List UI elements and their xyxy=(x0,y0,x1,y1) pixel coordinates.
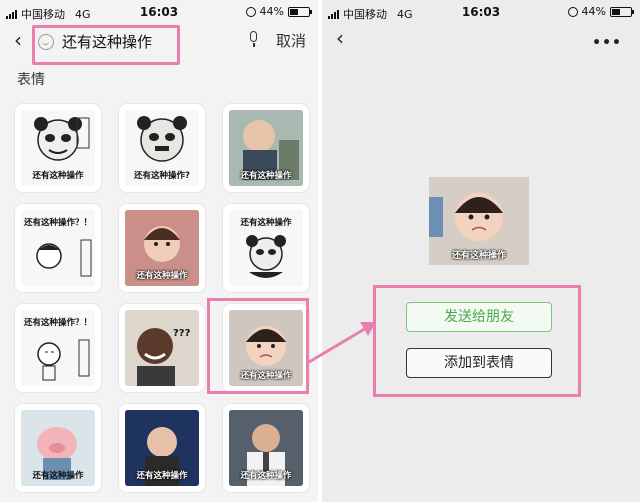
sticker-caption: 还有这种操作 xyxy=(240,171,292,181)
battery-icon xyxy=(610,6,634,17)
man-photo-sticker-image: ??? xyxy=(125,310,199,386)
sticker-caption: 还有这种操作 xyxy=(136,271,188,281)
mic-icon[interactable] xyxy=(248,31,258,47)
sticker-caption: 还有这种操作 xyxy=(32,171,84,181)
chevron-left-icon[interactable]: ‹ xyxy=(14,30,22,50)
orientation-lock-icon xyxy=(567,6,578,17)
girl-photo-sticker-image: 还有这种操作 xyxy=(125,210,199,286)
sticker-item[interactable]: 还有这种操作？！ xyxy=(15,204,101,292)
baby-photo-sticker-image: 还有这种操作 xyxy=(229,110,303,186)
sticker-preview: 还有这种操作 xyxy=(429,177,529,265)
section-title: 表情 xyxy=(17,72,45,88)
sticker-item[interactable]: 还有这种操作 xyxy=(119,404,205,492)
panda-sticker-image: 还有这种操作 xyxy=(229,210,303,286)
sticker-caption: 还有这种操作 xyxy=(451,251,506,261)
sticker-item[interactable]: 还有这种操作？！ xyxy=(15,304,101,392)
left-screen: 中国移动 4G 16:03 44% ‹ 还有这种操作 取消 表情 还有这种操作 … xyxy=(0,0,318,502)
battery-percent: 44% xyxy=(259,5,284,18)
right-screen: 中国移动 4G 16:03 44% ‹ ••• 还有这种操作 发送给朋友 添加到… xyxy=(322,0,640,502)
sticker-item[interactable]: 还有这种操作 xyxy=(15,104,101,192)
selected-sticker-highlight xyxy=(207,298,309,394)
man-photo-sticker-image: 还有这种操作 xyxy=(125,410,199,486)
sticker-caption: ??? xyxy=(173,328,191,339)
panda-sticker-image: 还有这种操作? xyxy=(125,110,199,186)
sticker-caption: 还有这种操作 xyxy=(240,471,292,481)
status-bar: 中国移动 4G 16:03 44% xyxy=(322,0,640,24)
cartoon-sticker-image: 还有这种操作？！ xyxy=(21,210,95,286)
sticker-item[interactable]: 还有这种操作 xyxy=(119,204,205,292)
sticker-item[interactable]: ??? xyxy=(119,304,205,392)
chevron-left-icon[interactable]: ‹ xyxy=(336,28,344,48)
more-icon[interactable]: ••• xyxy=(592,35,622,51)
sticker-caption: 还有这种操作 xyxy=(240,218,292,228)
sticker-item[interactable]: 还有这种操作 xyxy=(223,104,309,192)
sticker-item[interactable]: 还有这种操作 xyxy=(15,404,101,492)
cancel-button[interactable]: 取消 xyxy=(276,30,306,51)
send-to-friend-button[interactable]: 发送给朋友 xyxy=(406,302,552,332)
sticker-caption: 还有这种操作？！ xyxy=(23,318,92,328)
orientation-lock-icon xyxy=(245,6,256,17)
man-photo-sticker-image: 还有这种操作 xyxy=(229,410,303,486)
pig-sticker-image: 还有这种操作 xyxy=(21,410,95,486)
sticker-item[interactable]: 还有这种操作? xyxy=(119,104,205,192)
cartoon-sticker-image: 还有这种操作？！ xyxy=(21,310,95,386)
sticker-caption: 还有这种操作? xyxy=(134,171,190,181)
battery-icon xyxy=(288,6,312,17)
panda-sticker-image: 还有这种操作 xyxy=(21,110,95,186)
sticker-caption: 还有这种操作？！ xyxy=(23,218,92,228)
battery-percent: 44% xyxy=(581,5,606,18)
status-bar: 中国移动 4G 16:03 44% xyxy=(0,0,318,24)
search-highlight-box xyxy=(32,25,180,65)
sticker-item[interactable]: 还有这种操作 xyxy=(223,404,309,492)
add-to-stickers-button[interactable]: 添加到表情 xyxy=(406,348,552,378)
sticker-caption: 还有这种操作 xyxy=(136,471,188,481)
sticker-caption: 还有这种操作 xyxy=(32,471,84,481)
sticker-item[interactable]: 还有这种操作 xyxy=(223,204,309,292)
